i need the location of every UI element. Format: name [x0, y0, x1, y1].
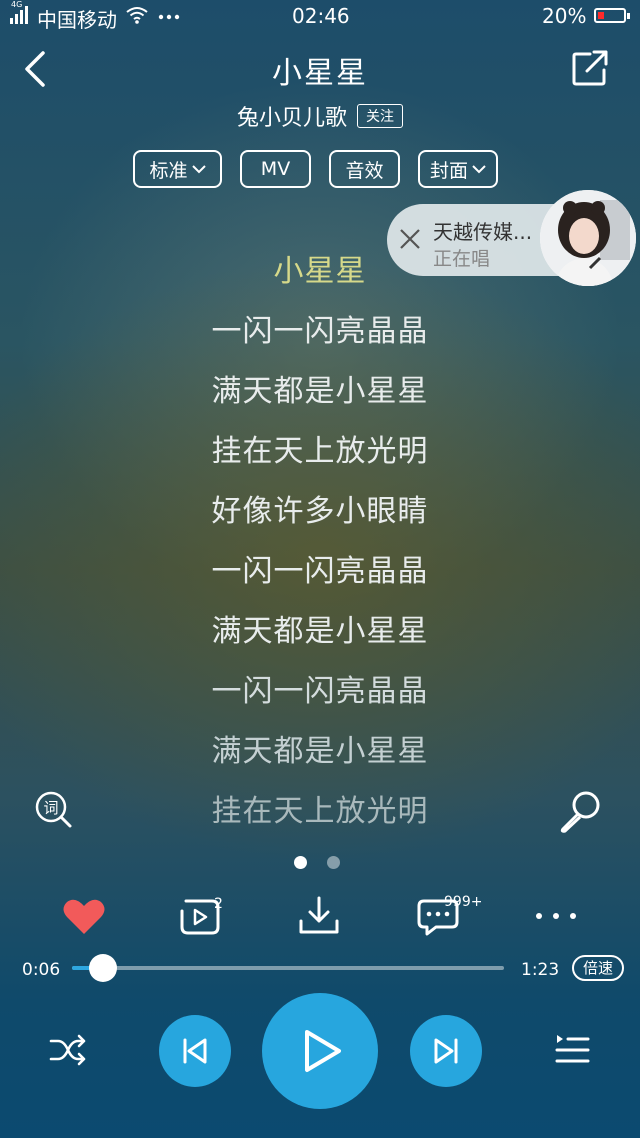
mv-label: MV	[260, 158, 291, 180]
shuffle-icon[interactable]	[48, 1032, 88, 1068]
more-status-icon	[158, 14, 180, 20]
lyric-line: 一闪一闪亮晶晶	[211, 554, 429, 589]
singer-name: 天越传媒...	[433, 220, 533, 244]
progress-thumb[interactable]	[89, 954, 117, 982]
speed-button[interactable]: 倍速	[572, 955, 624, 981]
skip-back-icon	[183, 1038, 207, 1064]
page-dot-active[interactable]	[294, 856, 307, 869]
effect-button[interactable]: 音效	[329, 150, 400, 188]
lyric-line: 一闪一闪亮晶晶	[211, 674, 429, 709]
play-button[interactable]	[262, 993, 378, 1109]
chevron-down-icon	[472, 164, 486, 173]
quality-label: 标准	[149, 159, 188, 182]
next-button[interactable]	[410, 1015, 482, 1087]
download-icon[interactable]	[298, 895, 340, 937]
previous-button[interactable]	[159, 1015, 231, 1087]
lyric-line: 好像许多小眼睛	[211, 494, 429, 529]
lyric-line-current: 小星星	[273, 254, 367, 289]
network-type: 4G	[11, 0, 23, 9]
quality-button[interactable]: 标准	[133, 150, 222, 188]
page-dot[interactable]	[327, 856, 340, 869]
cover-label: 封面	[430, 159, 469, 182]
microphone-icon[interactable]	[558, 790, 602, 834]
battery-tip	[627, 13, 630, 19]
heart-icon[interactable]	[62, 898, 106, 936]
option-bar: 标准 MV 音效 封面	[133, 150, 498, 188]
wifi-icon	[126, 7, 148, 24]
progress-track[interactable]	[72, 966, 504, 970]
svg-text:词: 词	[43, 799, 58, 817]
video-count: 2	[214, 896, 223, 912]
song-title: 小星星	[272, 56, 368, 91]
artist-row: 兔小贝儿歌 关注	[0, 100, 640, 132]
cover-button[interactable]: 封面	[418, 150, 498, 188]
lyric-line: 一闪一闪亮晶晶	[211, 314, 429, 349]
current-time: 0:06	[22, 960, 61, 980]
lyric-line: 挂在天上放光明	[211, 794, 429, 829]
lyric-line: 满天都是小星星	[211, 734, 429, 769]
playlist-icon[interactable]	[554, 1033, 590, 1067]
more-icon[interactable]	[534, 911, 578, 921]
follow-button[interactable]: 关注	[357, 104, 403, 128]
carrier-name: 中国移动	[37, 8, 117, 32]
status-bar: 4G 中国移动 02:46 20%	[0, 0, 640, 34]
chevron-down-icon	[191, 164, 206, 173]
lyric-line: 挂在天上放光明	[211, 434, 429, 469]
mv-button[interactable]: MV	[240, 150, 311, 188]
battery-percent: 20%	[542, 4, 587, 28]
total-time: 1:23	[521, 960, 560, 980]
battery-icon	[594, 8, 626, 23]
comment-count: 999+	[444, 894, 483, 910]
lyric-line: 满天都是小星星	[211, 614, 429, 649]
page-indicator	[294, 856, 340, 869]
effect-label: 音效	[345, 159, 384, 182]
share-icon[interactable]	[572, 50, 610, 86]
clock: 02:46	[292, 4, 350, 28]
skip-forward-icon	[434, 1038, 458, 1064]
play-icon	[305, 1030, 341, 1072]
artist-name[interactable]: 兔小贝儿歌	[237, 100, 347, 132]
lyric-line: 满天都是小星星	[211, 374, 429, 409]
lyric-search-icon[interactable]: 词	[34, 790, 74, 830]
